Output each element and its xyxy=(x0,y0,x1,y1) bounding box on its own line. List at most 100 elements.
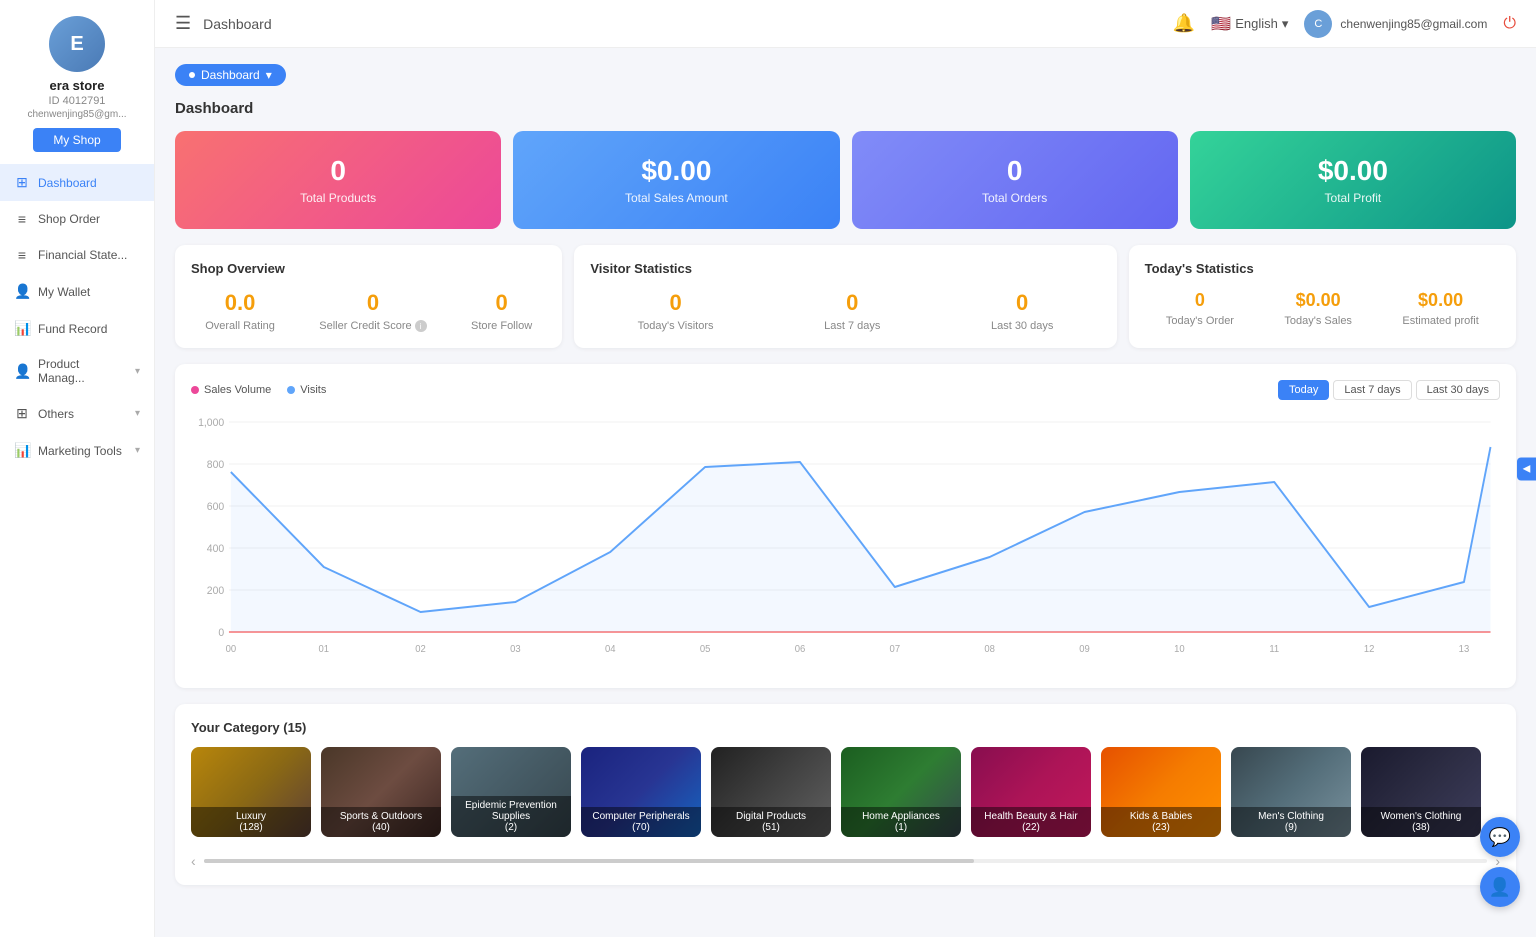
support-float-button[interactable]: 👤 xyxy=(1480,867,1520,907)
svg-text:0: 0 xyxy=(218,627,224,639)
content-area: Dashboard ▾ Dashboard 0 Total Products $… xyxy=(155,48,1536,937)
chevron-down-icon: ▾ xyxy=(1282,16,1289,32)
store-follow-value: 0 xyxy=(471,290,532,316)
estimated-profit-label: Estimated profit xyxy=(1402,315,1478,327)
logout-icon[interactable]: ⏻ xyxy=(1503,15,1516,33)
sales-legend-dot xyxy=(191,386,199,394)
category-label-luxury: Luxury(128) xyxy=(191,807,311,837)
svg-text:06: 06 xyxy=(795,644,806,655)
total-sales-value: $0.00 xyxy=(641,155,711,187)
my-shop-button[interactable]: My Shop xyxy=(33,128,120,152)
sidebar-item-label: Fund Record xyxy=(38,322,140,336)
chat-float-button[interactable]: 💬 xyxy=(1480,817,1520,857)
category-scroll[interactable]: Luxury(128) Sports & Outdoors(40) Epidem… xyxy=(191,747,1500,845)
category-item-home[interactable]: Home Appliances(1) xyxy=(841,747,961,837)
estimated-profit-stat: $0.00 Estimated profit xyxy=(1402,290,1478,327)
sidebar-item-others[interactable]: ⊞ Others ▾ xyxy=(0,395,154,432)
svg-text:600: 600 xyxy=(207,501,224,513)
marketing-tools-icon: 📊 xyxy=(14,442,30,459)
breadcrumb-chevron-icon: ▾ xyxy=(266,68,272,82)
svg-text:800: 800 xyxy=(207,459,224,471)
category-label-mens: Men's Clothing(9) xyxy=(1231,807,1351,837)
todays-order-label: Today's Order xyxy=(1166,315,1234,327)
total-orders-card: 0 Total Orders xyxy=(852,131,1178,229)
total-orders-label: Total Orders xyxy=(982,191,1047,205)
category-title: Your Category (15) xyxy=(191,720,1500,735)
category-item-sports[interactable]: Sports & Outdoors(40) xyxy=(321,747,441,837)
sidebar-item-dashboard[interactable]: ⊞ Dashboard xyxy=(0,164,154,201)
svg-text:04: 04 xyxy=(605,644,616,655)
total-profit-card: $0.00 Total Profit xyxy=(1190,131,1516,229)
scroll-left-icon[interactable]: ‹ xyxy=(191,853,196,869)
sidebar-item-label: Product Manag... xyxy=(38,357,127,385)
financial-icon: ≡ xyxy=(14,247,30,263)
user-email: chenwenjing85@gmail.com xyxy=(1340,17,1487,31)
scroll-track xyxy=(204,859,1488,863)
sidebar-item-label: Others xyxy=(38,407,127,421)
svg-text:12: 12 xyxy=(1364,644,1375,655)
svg-text:10: 10 xyxy=(1174,644,1185,655)
sidebar-item-financial[interactable]: ≡ Financial State... xyxy=(0,237,154,273)
sales-volume-legend: Sales Volume xyxy=(191,384,271,396)
total-profit-value: $0.00 xyxy=(1318,155,1388,187)
category-bg-luxury: Luxury(128) xyxy=(191,747,311,837)
side-float-button[interactable]: ◀ xyxy=(1517,457,1536,480)
sidebar-item-fund-record[interactable]: 📊 Fund Record xyxy=(0,310,154,347)
sidebar-item-shop-order[interactable]: ≡ Shop Order xyxy=(0,201,154,237)
category-item-health[interactable]: Health Beauty & Hair(22) xyxy=(971,747,1091,837)
category-label-home: Home Appliances(1) xyxy=(841,807,961,837)
category-item-luxury[interactable]: Luxury(128) xyxy=(191,747,311,837)
category-item-mens[interactable]: Men's Clothing(9) xyxy=(1231,747,1351,837)
user-avatar: C xyxy=(1304,10,1332,38)
user-menu[interactable]: C chenwenjing85@gmail.com xyxy=(1304,10,1487,38)
category-item-kids[interactable]: Kids & Babies(23) xyxy=(1101,747,1221,837)
breadcrumb: Dashboard ▾ xyxy=(175,64,1516,86)
last-7-days-label: Last 7 days xyxy=(824,320,880,332)
sidebar-item-wallet[interactable]: 👤 My Wallet xyxy=(0,273,154,310)
store-name: era store xyxy=(50,78,105,93)
last-7-days-value: 0 xyxy=(824,290,880,316)
sidebar-nav: ⊞ Dashboard ≡ Shop Order ≡ Financial Sta… xyxy=(0,164,154,469)
hamburger-menu-icon[interactable]: ☰ xyxy=(175,13,191,34)
category-bg-computer: Computer Peripherals(70) xyxy=(581,747,701,837)
chart-last7-button[interactable]: Last 7 days xyxy=(1333,380,1411,400)
last-30-days-stat: 0 Last 30 days xyxy=(991,290,1053,332)
sidebar-item-product-manage[interactable]: 👤 Product Manag... ▾ xyxy=(0,347,154,395)
sidebar-item-label: My Wallet xyxy=(38,285,140,299)
svg-text:13: 13 xyxy=(1459,644,1470,655)
category-section: Your Category (15) Luxury(128) Sports & … xyxy=(175,704,1516,885)
category-title-text: Your Category xyxy=(191,720,280,735)
chart-last30-button[interactable]: Last 30 days xyxy=(1416,380,1500,400)
total-products-label: Total Products xyxy=(300,191,376,205)
total-sales-card: $0.00 Total Sales Amount xyxy=(513,131,839,229)
category-item-epidemic[interactable]: Epidemic Prevention Supplies(2) xyxy=(451,747,571,837)
todays-visitors-value: 0 xyxy=(638,290,714,316)
category-item-computer[interactable]: Computer Peripherals(70) xyxy=(581,747,701,837)
category-bg-kids: Kids & Babies(23) xyxy=(1101,747,1221,837)
category-item-digital[interactable]: Digital Products(51) xyxy=(711,747,831,837)
language-selector[interactable]: 🇺🇸 English ▾ xyxy=(1211,14,1288,34)
notification-bell-icon[interactable]: 🔔 xyxy=(1173,13,1195,34)
total-products-card: 0 Total Products xyxy=(175,131,501,229)
topbar: ☰ Dashboard 🔔 🇺🇸 English ▾ C chenwenjing… xyxy=(155,0,1536,48)
scroll-bar: ‹ › xyxy=(191,853,1500,869)
category-bg-digital: Digital Products(51) xyxy=(711,747,831,837)
todays-stats-panel: Today's Statistics 0 Today's Order $0.00… xyxy=(1129,245,1516,348)
fund-record-icon: 📊 xyxy=(14,320,30,337)
total-profit-label: Total Profit xyxy=(1325,191,1382,205)
svg-text:08: 08 xyxy=(984,644,995,655)
chevron-right-icon: ▾ xyxy=(135,445,140,456)
breadcrumb-badge: Dashboard ▾ xyxy=(175,64,286,86)
wallet-icon: 👤 xyxy=(14,283,30,300)
category-item-womens[interactable]: Women's Clothing(38) xyxy=(1361,747,1481,837)
flag-icon: 🇺🇸 xyxy=(1211,14,1231,34)
sidebar-item-marketing-tools[interactable]: 📊 Marketing Tools ▾ xyxy=(0,432,154,469)
visits-legend-dot xyxy=(287,386,295,394)
store-follow-label: Store Follow xyxy=(471,320,532,332)
visitor-stats-values: 0 Today's Visitors 0 Last 7 days 0 Last … xyxy=(590,290,1100,332)
chart-today-button[interactable]: Today xyxy=(1278,380,1329,400)
category-bg-mens: Men's Clothing(9) xyxy=(1231,747,1351,837)
breadcrumb-dot xyxy=(189,72,195,78)
seller-credit-label: Seller Credit Score i xyxy=(319,320,426,332)
shop-overview-panel: Shop Overview 0.0 Overall Rating 0 Selle… xyxy=(175,245,562,348)
